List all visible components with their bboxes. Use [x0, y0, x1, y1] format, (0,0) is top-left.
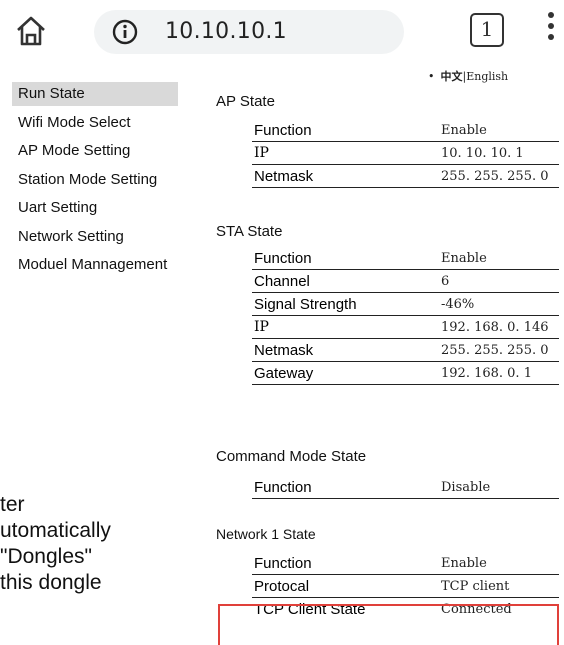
sidebar-item-ap-mode-setting[interactable]: AP Mode Setting: [12, 139, 197, 163]
network1-state-title: Network 1 State: [216, 526, 316, 542]
table-row: Netmask 255. 255. 255. 0: [252, 164, 559, 188]
sidebar-item-run-state[interactable]: Run State: [12, 82, 178, 106]
row-value: 6: [441, 269, 559, 293]
background-article-text: ter utomatically "Dongles" this dongle: [0, 492, 210, 596]
row-value: Enable: [441, 552, 559, 575]
row-key: IP: [252, 141, 441, 165]
address-bar[interactable]: 10.10.10.1: [94, 10, 404, 54]
row-value: Disable: [441, 476, 559, 499]
table-row: Netmask 255. 255. 255. 0: [252, 338, 559, 362]
row-key: Channel: [252, 269, 441, 293]
sidebar-item-station-mode-setting[interactable]: Station Mode Setting: [12, 168, 197, 192]
row-value: 192. 168. 0. 146: [441, 315, 559, 339]
lang-english-link[interactable]: English: [466, 70, 508, 83]
sta-state-title: STA State: [216, 223, 283, 240]
browser-toolbar: 10.10.10.1 1: [0, 0, 564, 66]
table-row: Function Enable: [252, 119, 559, 142]
table-row: Gateway 192. 168. 0. 1: [252, 361, 559, 385]
row-value: 255. 255. 255. 0: [441, 338, 559, 362]
table-row: Signal Strength -46%: [252, 292, 559, 316]
row-value: Enable: [441, 247, 559, 270]
row-key: Function: [252, 552, 441, 575]
command-mode-state-title: Command Mode State: [216, 448, 367, 465]
text-line: utomatically: [0, 519, 111, 542]
sidebar-item-wifi-mode-select[interactable]: Wifi Mode Select: [12, 111, 197, 135]
row-key: Function: [252, 476, 441, 499]
row-value: Enable: [441, 119, 559, 142]
language-selector: • 中文|English: [428, 68, 508, 84]
row-key: IP: [252, 315, 441, 339]
table-row: IP 10. 10. 10. 1: [252, 141, 559, 165]
home-icon[interactable]: [14, 14, 48, 48]
row-key: Protocal: [252, 574, 441, 598]
sidebar-nav: Run State Wifi Mode Select AP Mode Setti…: [12, 82, 197, 282]
sidebar-item-network-setting[interactable]: Network Setting: [12, 225, 197, 249]
row-value: TCP client: [441, 574, 559, 598]
row-key: Signal Strength: [252, 292, 441, 316]
row-key: Gateway: [252, 361, 441, 385]
row-value: 10. 10. 10. 1: [441, 141, 559, 165]
text-line: ter: [0, 493, 25, 516]
sidebar-item-uart-setting[interactable]: Uart Setting: [12, 196, 197, 220]
table-row: Function Enable: [252, 552, 559, 575]
bullet-icon: •: [428, 70, 435, 83]
text-line: "Dongles": [0, 545, 92, 568]
table-row: Channel 6: [252, 269, 559, 293]
row-key: Netmask: [252, 164, 441, 188]
more-menu-icon[interactable]: [546, 12, 556, 50]
ap-state-table: Function Enable IP 10. 10. 10. 1 Netmask 25…: [252, 119, 559, 188]
ap-state-title: AP State: [216, 93, 275, 110]
row-key: Function: [252, 119, 441, 142]
row-value: -46%: [441, 292, 559, 316]
tcp-client-state-highlight: [218, 604, 559, 645]
table-row: Function Enable: [252, 247, 559, 270]
info-icon[interactable]: [112, 19, 138, 45]
table-row: Function Disable: [252, 476, 559, 499]
lang-chinese-link[interactable]: 中文: [441, 70, 463, 83]
tab-switcher-button[interactable]: 1: [470, 13, 504, 47]
row-value: 192. 168. 0. 1: [441, 361, 559, 385]
command-mode-state-table: Function Disable: [252, 476, 559, 499]
sta-state-table: Function Enable Channel 6 Signal Strength -…: [252, 247, 559, 385]
row-key: Function: [252, 247, 441, 270]
sidebar-item-module-management[interactable]: Moduel Mannagement: [12, 253, 197, 277]
table-row: Protocal TCP client: [252, 574, 559, 598]
row-value: 255. 255. 255. 0: [441, 164, 559, 188]
row-key: Netmask: [252, 338, 441, 362]
table-row: IP 192. 168. 0. 146: [252, 315, 559, 339]
text-line: this dongle: [0, 571, 102, 594]
url-text[interactable]: 10.10.10.1: [165, 19, 287, 44]
